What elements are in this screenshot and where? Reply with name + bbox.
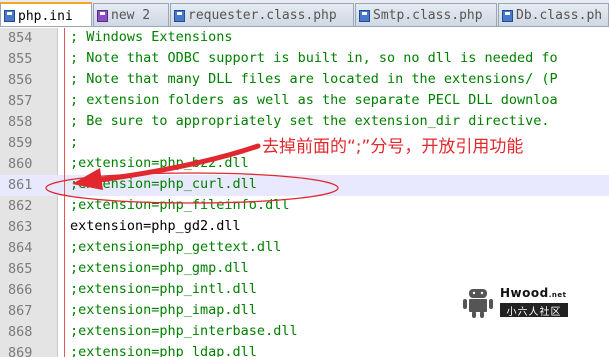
code-line[interactable]: 857 ; extension folders as well as the s… [0, 91, 609, 112]
line-text: ;extension=php_gettext.dll [70, 239, 282, 255]
tab-label: php.ini [18, 8, 73, 24]
line-text: ;extension=php_interbase.dll [70, 323, 298, 339]
line-number: 856 [8, 72, 33, 88]
line-number: 863 [8, 219, 33, 235]
tab-bar: php.ini new 2 requester.class.php Smtp.c… [0, 0, 609, 27]
line-number: 861 [8, 177, 33, 193]
line-number: 864 [8, 240, 33, 256]
save-icon [174, 9, 185, 22]
android-robot-icon [463, 289, 493, 318]
tab-php-ini[interactable]: php.ini [0, 2, 92, 26]
annotation-note: 去掉前面的“;”分号，开放引用功能 [262, 137, 524, 157]
line-number: 859 [8, 135, 33, 151]
line-text: ; Windows Extensions [70, 29, 233, 45]
code-line[interactable]: 869 ;extension=php_ldap.dll [0, 343, 609, 357]
code-line[interactable]: 855 ; Note that ODBC support is built in… [0, 49, 609, 70]
tab-label: Smtp.class.php [373, 8, 483, 23]
doc-icon [97, 9, 108, 22]
line-text: ; Be sure to appropriately set the exten… [70, 113, 550, 129]
line-number: 858 [8, 114, 33, 130]
tab-db-class[interactable]: Db.class.ph [498, 3, 609, 26]
line-text: ;extension=php_bz2.dll [70, 155, 249, 171]
line-text: ;extension=php_intl.dll [70, 281, 257, 297]
line-text: ;extension=php_fileinfo.dll [70, 197, 290, 213]
tab-smtp-class[interactable]: Smtp.class.php [355, 3, 497, 26]
line-number: 866 [8, 282, 33, 298]
code-line[interactable]: 865 ;extension=php_gmp.dll [0, 259, 609, 280]
line-text: extension=php_gd2.dll [70, 218, 241, 234]
line-text: ; Note that ODBC support is built in, so… [70, 50, 558, 66]
tab-new-2[interactable]: new 2 [93, 3, 169, 26]
code-line[interactable]: 862 ;extension=php_fileinfo.dll [0, 196, 609, 217]
code-line[interactable]: 863 extension=php_gd2.dll [0, 217, 609, 238]
line-number: 868 [8, 324, 33, 340]
watermark-subtitle: 小六人社区 [500, 303, 568, 318]
line-text: ;extension=php_imap.dll [70, 302, 257, 318]
code-line-current[interactable]: 861 ;extension=php_curl.dll [0, 175, 609, 196]
tab-label: new 2 [111, 8, 151, 23]
watermark-logo: Hwood.net 小六人社区 [462, 282, 582, 322]
line-text: ;extension=php_gmp.dll [70, 260, 249, 276]
line-text: ; [70, 134, 79, 150]
save-icon [4, 10, 15, 22]
line-number: 855 [8, 51, 33, 67]
line-text: ; Note that many DLL files are located i… [70, 71, 558, 87]
code-line[interactable]: 854 ; Windows Extensions [0, 28, 609, 49]
code-line[interactable]: 856 ; Note that many DLL files are locat… [0, 70, 609, 91]
line-number: 857 [8, 93, 33, 109]
line-text: ;extension=php_ldap.dll [70, 344, 257, 357]
watermark-brand: Hwood.net [500, 286, 566, 300]
code-line[interactable]: 858 ; Be sure to appropriately set the e… [0, 112, 609, 133]
tab-requester-class[interactable]: requester.class.php [170, 3, 354, 26]
line-text: ;extension=php_curl.dll [70, 176, 257, 192]
line-number: 854 [8, 30, 33, 46]
margin-divider [64, 28, 65, 357]
save-icon [502, 9, 513, 22]
line-number: 862 [8, 198, 33, 214]
tab-label: requester.class.php [188, 8, 337, 23]
save-icon [359, 9, 370, 22]
line-text: ; extension folders as well as the separ… [70, 92, 558, 108]
watermark-brand-suffix: .net [548, 291, 567, 299]
code-line[interactable]: 860 ;extension=php_bz2.dll [0, 154, 609, 175]
code-line[interactable]: 868 ;extension=php_interbase.dll [0, 322, 609, 343]
tab-label: Db.class.ph [516, 8, 603, 23]
code-line[interactable]: 864 ;extension=php_gettext.dll [0, 238, 609, 259]
line-number: 860 [8, 156, 33, 172]
line-number: 867 [8, 303, 33, 319]
watermark-brand-text: Hwood [500, 286, 549, 300]
line-number: 865 [8, 261, 33, 277]
line-number: 869 [8, 345, 33, 357]
